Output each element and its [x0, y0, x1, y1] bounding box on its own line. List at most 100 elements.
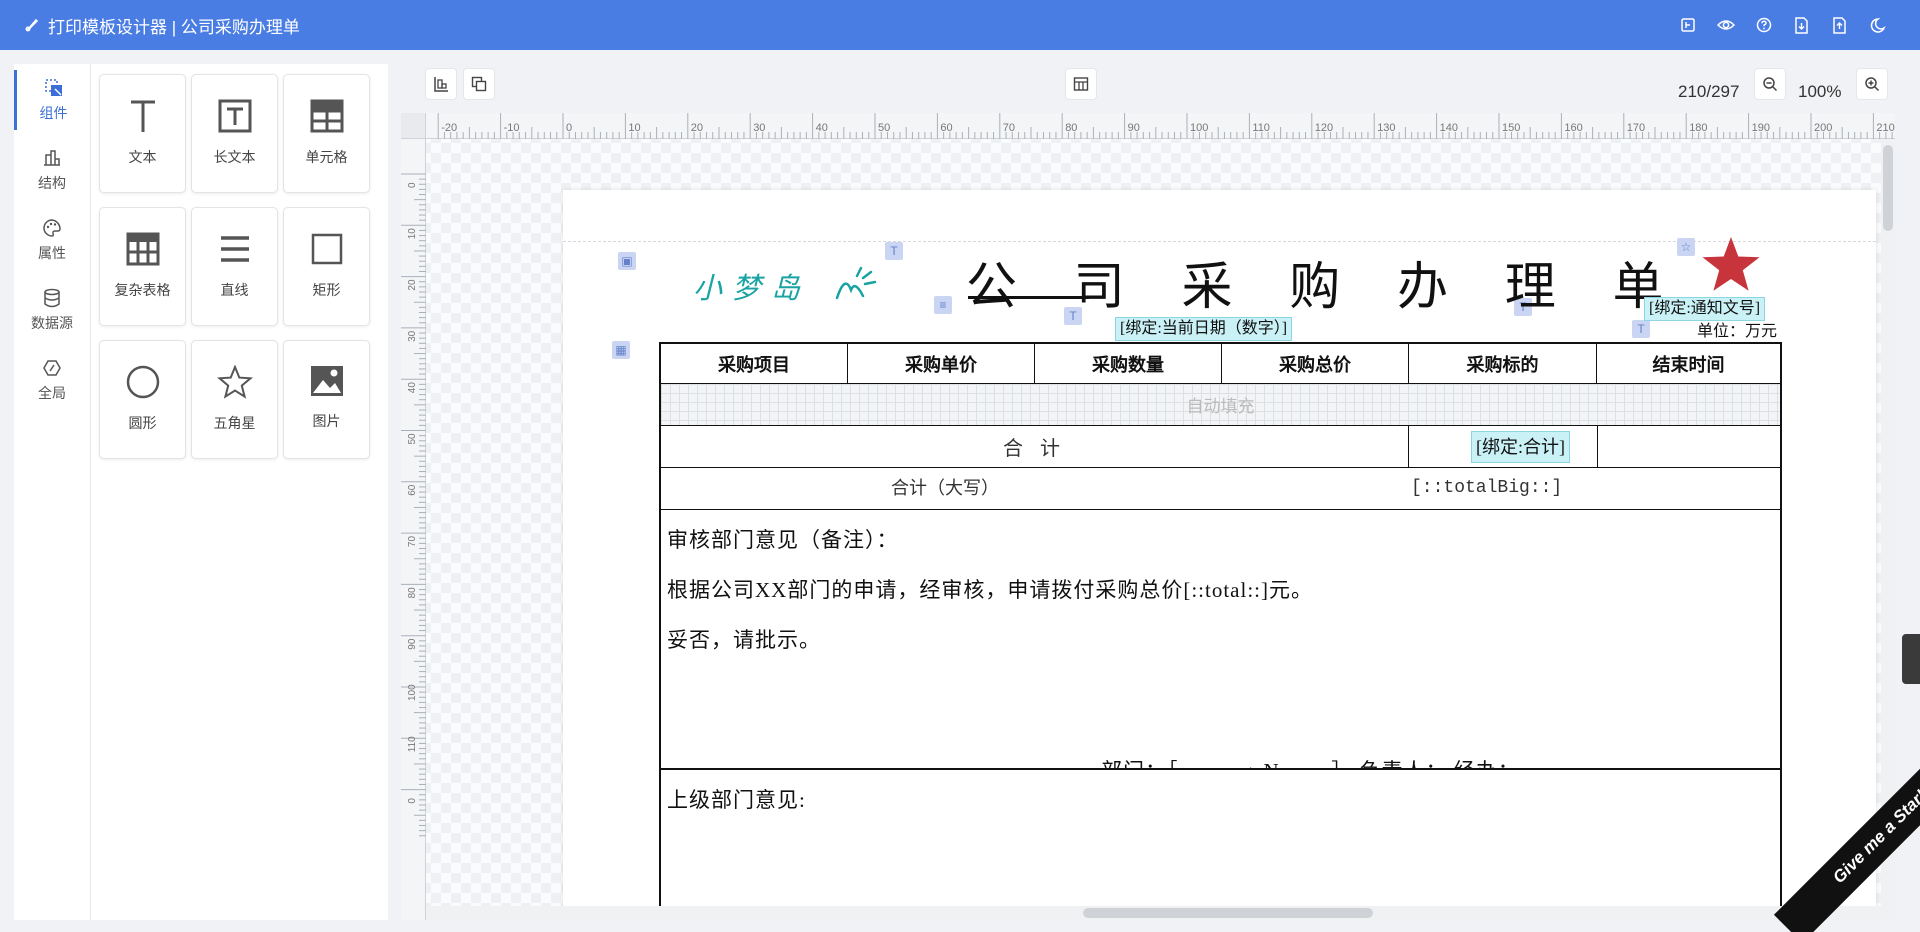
total-capital-value: [::totalBig::]: [1411, 478, 1563, 498]
ruler-corner: [401, 113, 426, 139]
align-tool-button[interactable]: [425, 68, 457, 100]
theme-toggle-icon[interactable]: [1867, 15, 1888, 36]
ruler-label: 60: [407, 484, 418, 496]
tool-image[interactable]: 图片: [283, 340, 370, 459]
ruler-label: 70: [1003, 122, 1015, 134]
ruler-label: 100: [407, 684, 418, 701]
tool-circle[interactable]: 圆形: [99, 340, 186, 459]
ruler-label: 0: [407, 798, 418, 804]
ruler-label: 150: [1502, 122, 1520, 134]
image-handle-icon[interactable]: ▣: [618, 252, 636, 270]
review-footer: 部门：［::manageName::］ 负责人： 经办：: [1101, 755, 1520, 768]
page-size: 210/297: [1678, 82, 1740, 101]
bind-template-icon[interactable]: [1677, 15, 1698, 36]
total-label: 合 计: [661, 426, 1409, 467]
nav-item-structure[interactable]: 结构: [14, 140, 90, 200]
total-row[interactable]: 合 计 [绑定:合计]: [661, 426, 1780, 468]
help-icon[interactable]: [1753, 15, 1774, 36]
horizontal-scrollbar[interactable]: [426, 906, 1881, 920]
tool-cell[interactable]: 单元格: [283, 74, 370, 193]
structure-icon: [42, 148, 62, 168]
zoom-in-button[interactable]: [1856, 68, 1888, 100]
ruler-label: 130: [1377, 122, 1395, 134]
nav-item-components[interactable]: 组件: [14, 70, 90, 130]
ruler-label: 0: [407, 182, 418, 188]
line-icon: [218, 232, 252, 266]
total-capital-row[interactable]: 合计（大写） [::totalBig::]: [661, 468, 1780, 510]
database-icon: [43, 288, 61, 308]
nav-item-datasource[interactable]: 数据源: [14, 280, 90, 340]
nav-label: 数据源: [31, 314, 73, 331]
vertical-scroll-thumb[interactable]: [1883, 145, 1893, 231]
table-header-cell[interactable]: 采购标的: [1409, 344, 1597, 384]
red-star-icon[interactable]: [1700, 236, 1762, 294]
copy-icon: [471, 76, 487, 92]
global-icon: [42, 358, 62, 378]
ruler-label: 60: [940, 122, 952, 134]
ruler-label: -10: [504, 122, 520, 134]
table-header-cell[interactable]: 采购单价: [848, 344, 1035, 384]
bind-total[interactable]: [绑定:合计]: [1471, 431, 1570, 463]
tool-long-text[interactable]: 长文本: [191, 74, 278, 193]
tool-rectangle[interactable]: 矩形: [283, 207, 370, 326]
ruler-label: 30: [753, 122, 765, 134]
table-header-cell[interactable]: 采购总价: [1222, 344, 1409, 384]
longtext-handle-icon[interactable]: ≡: [934, 296, 952, 314]
ruler-label: 90: [407, 638, 418, 650]
print-paper[interactable]: ▣ T ≡ T T T ☆ ▦ 小梦岛 公 司 采 购 办 理 单 [绑定:通知…: [563, 190, 1876, 920]
review-line2: 妥否，请批示。: [667, 628, 821, 652]
side-nav: 组件 结构 属性 数据源 全局: [14, 64, 90, 920]
layout-tool-button[interactable]: [1065, 68, 1097, 100]
bind-current-date[interactable]: [绑定:当前日期（数字）]: [1115, 317, 1293, 341]
cell-icon: [310, 99, 344, 133]
ruler-label: 50: [878, 122, 890, 134]
upper-dept-section[interactable]: 上级部门意见:: [661, 770, 1780, 920]
ruler-label: 160: [1564, 122, 1582, 134]
nav-item-attributes[interactable]: 属性: [14, 210, 90, 270]
table-header-cell[interactable]: 结束时间: [1597, 344, 1780, 384]
text-handle-icon[interactable]: T: [1632, 320, 1650, 338]
ruler-label: 20: [407, 279, 418, 291]
ruler-label: 190: [1752, 122, 1770, 134]
ruler-label: 110: [407, 736, 418, 752]
tool-line[interactable]: 直线: [191, 207, 278, 326]
tool-label: 单元格: [305, 149, 348, 165]
table-layout-icon: [1073, 76, 1089, 92]
component-palette: 文本 长文本 单元格 复杂表格 直线 矩形 圆形 五角星 图片: [90, 64, 388, 920]
tool-complex-table[interactable]: 复杂表格: [99, 207, 186, 326]
import-file-icon[interactable]: [1791, 15, 1812, 36]
autofill-row[interactable]: 自动填充: [661, 384, 1780, 426]
text-handle-icon[interactable]: T: [885, 242, 903, 260]
tool-label: 复杂表格: [114, 282, 171, 298]
design-canvas[interactable]: -20 -10 0 10 20 30 40 50 60 70 80 90 100 110 120 130 140…: [401, 113, 1895, 920]
horizontal-scroll-thumb[interactable]: [1083, 908, 1373, 918]
company-logo: 小梦岛: [693, 260, 883, 306]
brush-icon: [24, 17, 40, 33]
ruler-label: 120: [1315, 122, 1333, 134]
complex-table-icon: [126, 232, 160, 266]
ruler-label: 50: [407, 433, 418, 445]
table-handle-icon[interactable]: ▦: [612, 341, 630, 359]
nav-label: 组件: [39, 104, 68, 121]
app-header: 打印模板设计器 | 公司采购办理单: [0, 0, 1920, 50]
document-title[interactable]: 公 司 采 购 办 理 单: [966, 245, 1686, 319]
vertical-ruler: 0 10 20 30 40 50 60 70 80 90 100 110 0: [401, 139, 426, 920]
side-drawer-handle[interactable]: [1902, 634, 1920, 684]
purchase-table[interactable]: 采购项目 采购单价 采购数量 采购总价 采购标的 结束时间 自动填充 合 计 […: [659, 342, 1782, 920]
copy-tool-button[interactable]: [463, 68, 495, 100]
ruler-label: 140: [1440, 122, 1458, 134]
table-header-cell[interactable]: 采购项目: [661, 344, 848, 384]
ruler-label: 0: [566, 122, 572, 134]
unit-label[interactable]: 单位：万元: [1697, 317, 1777, 341]
tool-text[interactable]: 文本: [99, 74, 186, 193]
ruler-label: 180: [1689, 122, 1707, 134]
review-opinion-section[interactable]: 审核部门意见（备注）： 根据公司XX部门的申请，经审核，申请拨付采购总价[::t…: [661, 510, 1780, 770]
export-file-icon[interactable]: [1829, 15, 1850, 36]
ruler-label: 40: [407, 382, 418, 394]
tool-star[interactable]: 五角星: [191, 340, 278, 459]
logo-text: 小梦岛: [693, 271, 810, 305]
table-header-cell[interactable]: 采购数量: [1035, 344, 1222, 384]
zoom-out-button[interactable]: [1754, 68, 1786, 100]
preview-eye-icon[interactable]: [1715, 15, 1736, 36]
nav-item-global[interactable]: 全局: [14, 350, 90, 410]
